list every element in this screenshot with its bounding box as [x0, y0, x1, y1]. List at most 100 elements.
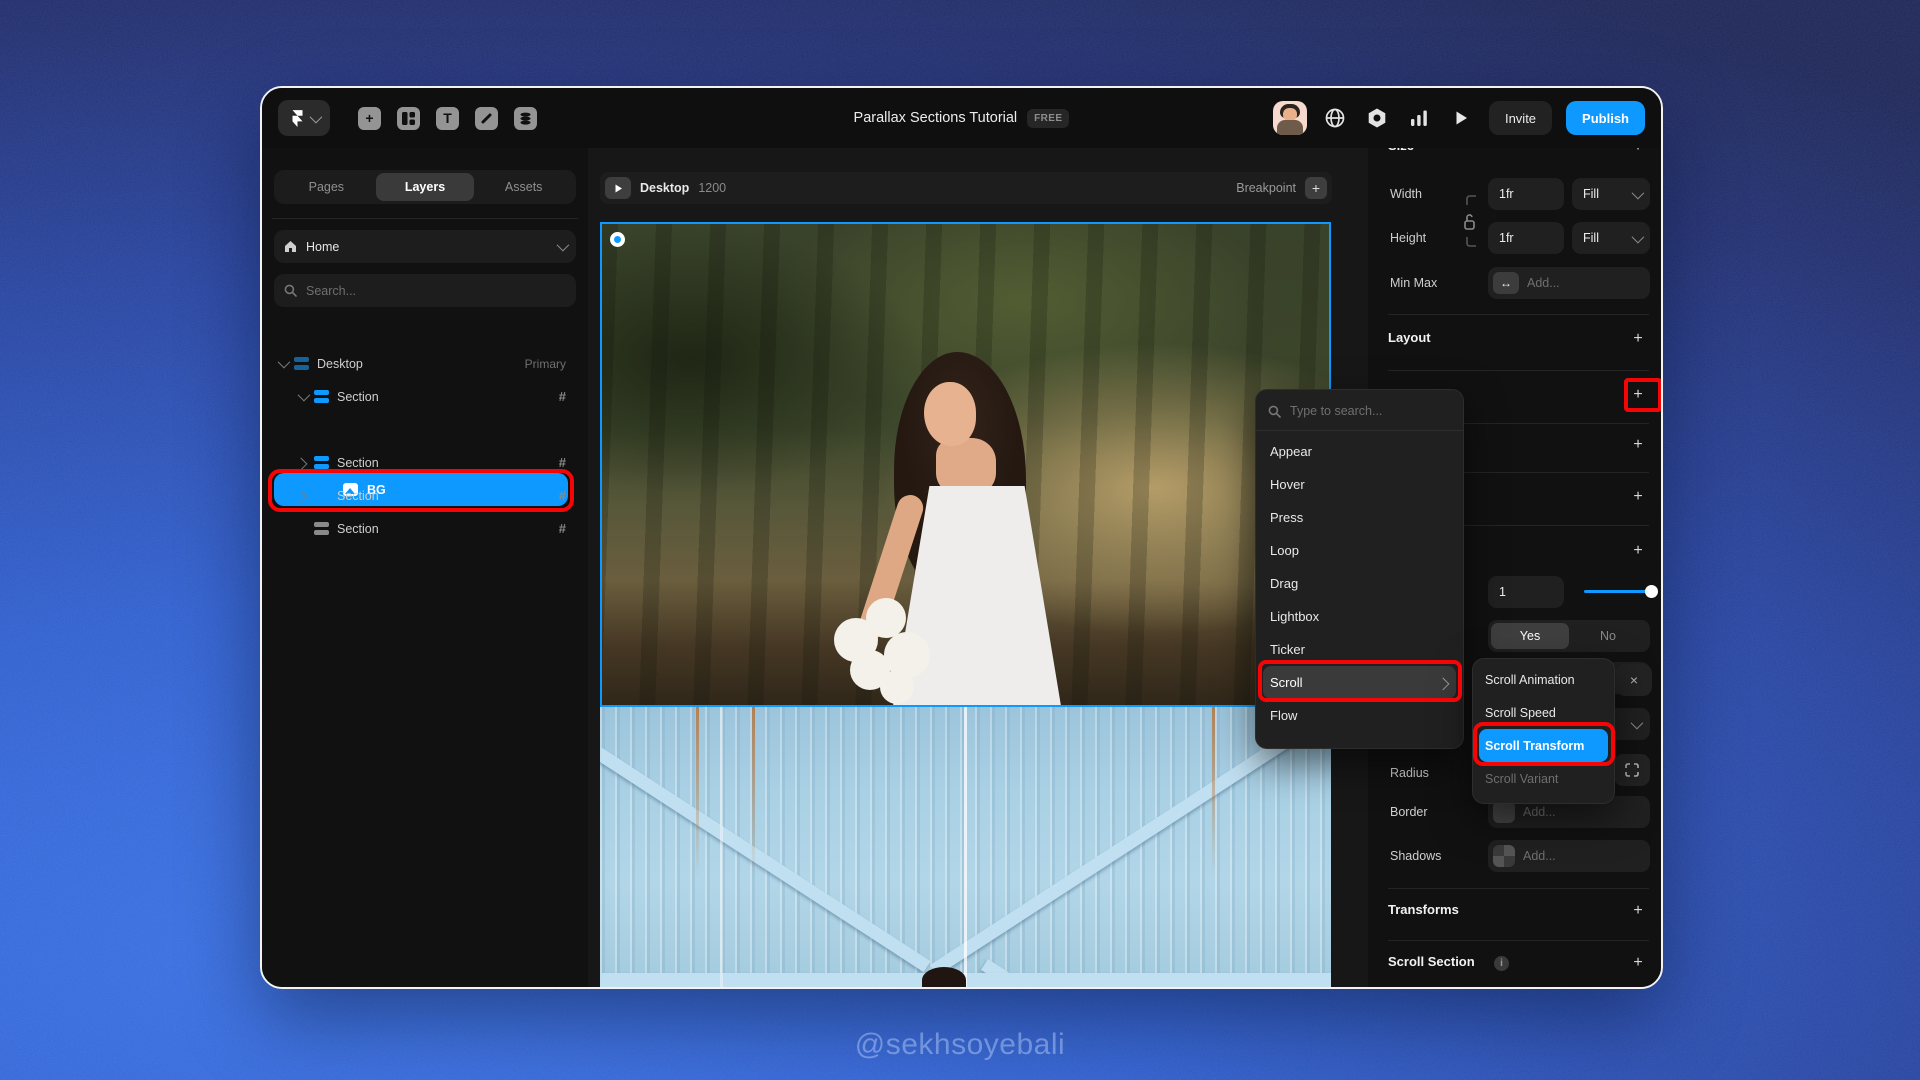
- yes-option[interactable]: Yes: [1491, 623, 1569, 649]
- play-icon: [1456, 111, 1467, 125]
- tab-layers[interactable]: Layers: [375, 173, 475, 201]
- plus-icon[interactable]: +: [1629, 148, 1647, 156]
- yes-no-toggle[interactable]: Yes No: [1488, 620, 1650, 652]
- page-selector[interactable]: Home: [274, 230, 576, 263]
- section-stack-icon: [314, 456, 329, 469]
- width-mode-select[interactable]: Fill: [1572, 178, 1650, 210]
- framer-logo-icon: [292, 109, 302, 127]
- vector-tool-button[interactable]: [475, 106, 498, 130]
- menu-item-drag[interactable]: Drag: [1256, 567, 1463, 600]
- watermark-text: @sekhsoyebali: [854, 1028, 1066, 1061]
- chevron-down-icon[interactable]: [294, 388, 310, 402]
- home-icon: [285, 241, 296, 252]
- woman-face: [924, 382, 976, 446]
- breakpoint-play-button[interactable]: [605, 177, 631, 199]
- remove-effect-button[interactable]: ×: [1616, 664, 1652, 696]
- chevron-right-icon[interactable]: [294, 490, 310, 504]
- framer-logo-menu[interactable]: [278, 100, 330, 136]
- text-tool-button[interactable]: T: [436, 106, 459, 130]
- menu-item-flow[interactable]: Flow: [1256, 699, 1463, 732]
- slider-knob[interactable]: [1645, 585, 1658, 598]
- no-option[interactable]: No: [1569, 623, 1647, 649]
- submenu-item-scroll-variant[interactable]: Scroll Variant: [1473, 762, 1614, 795]
- minmax-placeholder: Add...: [1527, 276, 1560, 290]
- rust-streak: [1212, 707, 1215, 877]
- rust-streak: [752, 707, 755, 877]
- divider: [1388, 940, 1649, 941]
- plus-icon[interactable]: +: [1629, 330, 1647, 348]
- selection-anchor-icon: [610, 232, 625, 247]
- menu-item-appear[interactable]: Appear: [1256, 435, 1463, 468]
- barn-plank: [930, 730, 1298, 976]
- width-input[interactable]: 1fr: [1488, 178, 1564, 210]
- section-stack-icon: [314, 390, 329, 403]
- value-input[interactable]: 1: [1488, 576, 1564, 608]
- plus-icon[interactable]: +: [1629, 488, 1647, 506]
- transforms-header-label: Transforms: [1388, 902, 1459, 917]
- left-sidebar: Pages Layers Assets Home Search... Deskt…: [262, 148, 588, 987]
- menu-item-press[interactable]: Press: [1256, 501, 1463, 534]
- add-effect-plus-icon[interactable]: +: [1629, 386, 1647, 404]
- site-globe-button[interactable]: [1321, 104, 1349, 132]
- menu-item-loop[interactable]: Loop: [1256, 534, 1463, 567]
- submenu-item-scroll-animation[interactable]: Scroll Animation: [1473, 663, 1614, 696]
- height-mode-select[interactable]: Fill: [1572, 222, 1650, 254]
- plus-icon[interactable]: +: [1629, 954, 1647, 972]
- effects-search-input[interactable]: Type to search...: [1256, 396, 1463, 426]
- scroll-section-header-label: Scroll Section: [1388, 954, 1475, 969]
- height-value: 1fr: [1499, 231, 1514, 245]
- menu-item-hover[interactable]: Hover: [1256, 468, 1463, 501]
- value-slider[interactable]: [1584, 585, 1658, 598]
- invite-button[interactable]: Invite: [1488, 101, 1553, 135]
- menu-item-label: Scroll: [1270, 675, 1303, 690]
- barn-seam: [720, 707, 723, 987]
- insert-plus-button[interactable]: +: [358, 106, 381, 130]
- layer-row-section-1[interactable]: Section #: [274, 380, 576, 413]
- tab-pages[interactable]: Pages: [277, 173, 376, 201]
- submenu-item-scroll-speed[interactable]: Scroll Speed: [1473, 696, 1614, 729]
- plus-icon[interactable]: +: [1629, 436, 1647, 454]
- info-icon[interactable]: i: [1494, 956, 1509, 971]
- minmax-add-field[interactable]: ↔ Add...: [1488, 267, 1650, 299]
- plugins-button[interactable]: [1363, 104, 1391, 132]
- layer-row-section-3[interactable]: Section #: [274, 479, 576, 512]
- menu-item-scroll[interactable]: Scroll: [1263, 666, 1456, 699]
- hexagon-icon: [1368, 108, 1386, 128]
- shadows-swatch: [1493, 845, 1515, 867]
- divider: [272, 218, 578, 219]
- effects-menu: Type to search... Appear Hover Press Loo…: [1255, 389, 1464, 749]
- shadows-label: Shadows: [1390, 849, 1442, 863]
- plus-icon[interactable]: +: [1629, 542, 1647, 560]
- preview-button[interactable]: [1447, 104, 1475, 132]
- layer-row-section-4[interactable]: Section #: [274, 512, 576, 545]
- plan-badge: FREE: [1027, 108, 1070, 128]
- submenu-item-scroll-transform[interactable]: Scroll Transform: [1479, 729, 1608, 762]
- chevron-right-icon[interactable]: [294, 457, 310, 471]
- tab-assets[interactable]: Assets: [474, 173, 573, 201]
- desktop-background: + T Parallax Sections Tutorial FREE Invi…: [0, 0, 1920, 1080]
- layer-row-section-2[interactable]: Section #: [274, 446, 576, 479]
- selected-section-bg-image[interactable]: [600, 222, 1331, 707]
- plus-icon[interactable]: +: [1629, 902, 1647, 920]
- breakpoint-bar[interactable]: Desktop 1200 Breakpoint +: [600, 172, 1332, 204]
- layer-row-desktop[interactable]: Desktop Primary: [274, 347, 576, 380]
- chevron-down-icon[interactable]: [274, 355, 290, 369]
- shadows-add-field[interactable]: Add...: [1488, 840, 1650, 872]
- per-corner-radius-button[interactable]: [1614, 754, 1650, 786]
- user-avatar[interactable]: [1272, 101, 1307, 135]
- size-header-label: Size: [1388, 148, 1414, 153]
- layers-search-input[interactable]: Search...: [274, 274, 576, 307]
- next-section-barn-image[interactable]: [600, 707, 1331, 987]
- layout-insert-button[interactable]: [397, 106, 420, 130]
- analytics-button[interactable]: [1405, 104, 1433, 132]
- cms-button[interactable]: [514, 106, 537, 130]
- divider: [1388, 314, 1649, 315]
- add-breakpoint-button[interactable]: +: [1305, 177, 1327, 199]
- layers-tree: Desktop Primary Section # BG Section # S…: [274, 347, 576, 545]
- breakpoint-width-value: 1200: [698, 181, 727, 195]
- height-input[interactable]: 1fr: [1488, 222, 1564, 254]
- canvas[interactable]: Desktop 1200 Breakpoint +: [588, 148, 1368, 987]
- publish-button[interactable]: Publish: [1566, 101, 1645, 135]
- menu-item-lightbox[interactable]: Lightbox: [1256, 600, 1463, 633]
- menu-item-ticker[interactable]: Ticker: [1256, 633, 1463, 666]
